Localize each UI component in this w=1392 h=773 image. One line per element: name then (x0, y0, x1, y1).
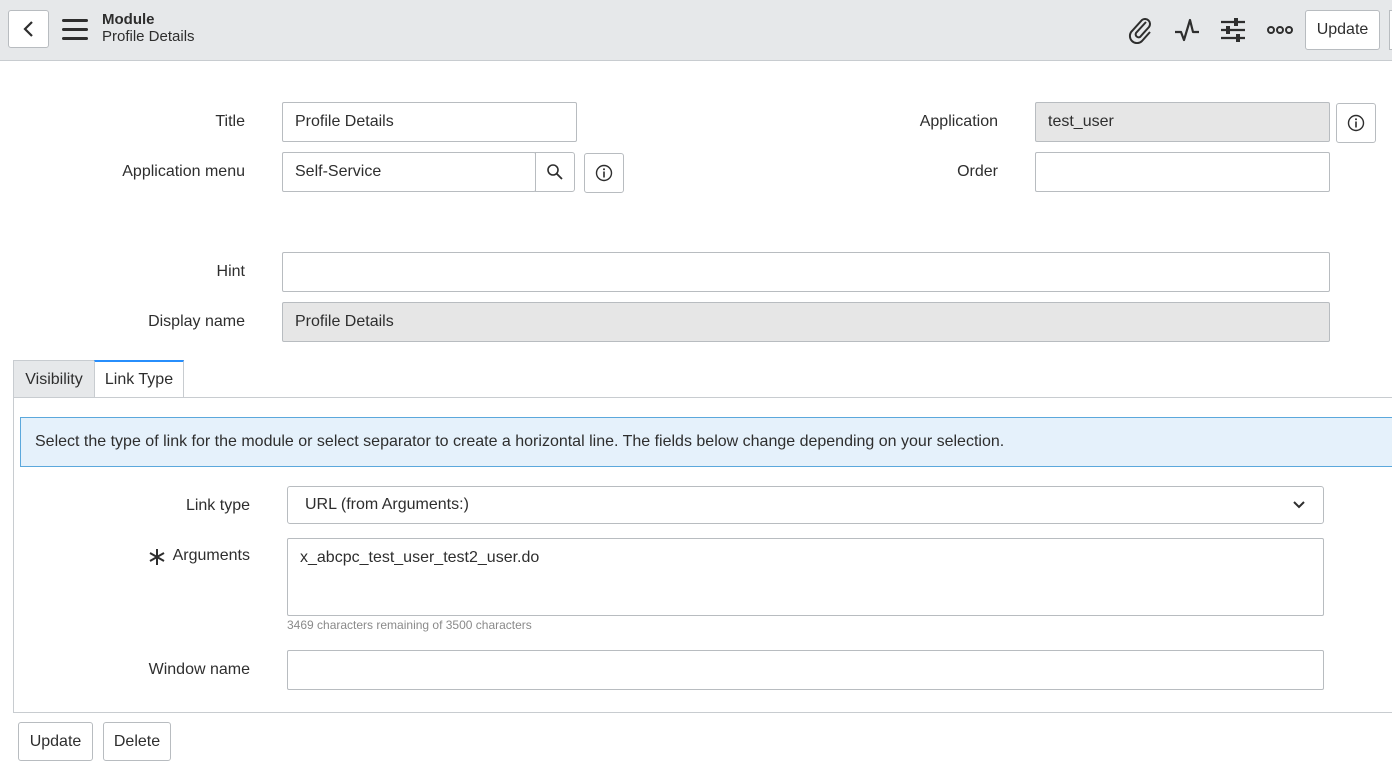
application-menu-label: Application menu (122, 163, 245, 180)
chevron-down-icon (1293, 501, 1305, 509)
record-type-title: Module (102, 11, 155, 28)
activity-stream-button[interactable] (1171, 14, 1203, 46)
application-menu-info-button[interactable] (584, 153, 624, 193)
more-icon (1267, 26, 1293, 34)
application-menu-input[interactable]: Self-Service (282, 152, 536, 192)
title-label: Title (215, 113, 245, 130)
update-button[interactable]: Update (18, 722, 93, 761)
back-button[interactable] (8, 10, 49, 48)
sliders-icon (1221, 18, 1245, 42)
order-input[interactable] (1035, 152, 1330, 192)
attachment-button[interactable] (1125, 14, 1157, 46)
paperclip-icon (1128, 18, 1151, 44)
application-label: Application (919, 113, 998, 130)
update-button-header[interactable]: Update (1305, 10, 1380, 50)
application-menu-lookup-button[interactable] (535, 152, 575, 192)
delete-button[interactable]: Delete (103, 722, 171, 761)
application-info-button[interactable] (1336, 103, 1376, 143)
info-icon (1347, 114, 1365, 132)
tab-visibility[interactable]: Visibility (13, 360, 95, 398)
hint-input[interactable] (282, 252, 1330, 292)
personalize-form-button[interactable] (1217, 14, 1249, 46)
hamburger-icon[interactable] (62, 18, 88, 42)
display-name-label: Display name (148, 313, 245, 330)
info-icon (595, 164, 613, 182)
arguments-char-counter: 3469 characters remaining of 3500 charac… (287, 618, 532, 632)
link-type-selected-value: URL (from Arguments:) (305, 496, 469, 513)
order-label: Order (957, 163, 998, 180)
link-type-info-message: Select the type of link for the module o… (20, 417, 1392, 467)
arguments-textarea[interactable]: x_abcpc_test_user_test2_user.do (287, 538, 1324, 616)
tab-link-type[interactable]: Link Type (94, 360, 184, 398)
window-name-input[interactable] (287, 650, 1324, 690)
record-display-value: Profile Details (102, 28, 195, 45)
search-icon (547, 164, 563, 180)
hint-label: Hint (216, 263, 245, 280)
link-type-label: Link type (185, 497, 250, 514)
back-icon (22, 21, 33, 37)
more-options-button[interactable] (1264, 14, 1296, 46)
form-header: Module Profile Details Update (0, 0, 1392, 61)
required-asterisk-icon (149, 549, 165, 565)
display-name-field: Profile Details (282, 302, 1330, 342)
title-input[interactable]: Profile Details (282, 102, 577, 142)
activity-icon (1175, 18, 1199, 42)
arguments-label: Arguments (172, 547, 250, 564)
application-field: test_user (1035, 102, 1330, 142)
link-type-select[interactable]: URL (from Arguments:) (287, 486, 1324, 524)
window-name-label: Window name (148, 661, 250, 678)
